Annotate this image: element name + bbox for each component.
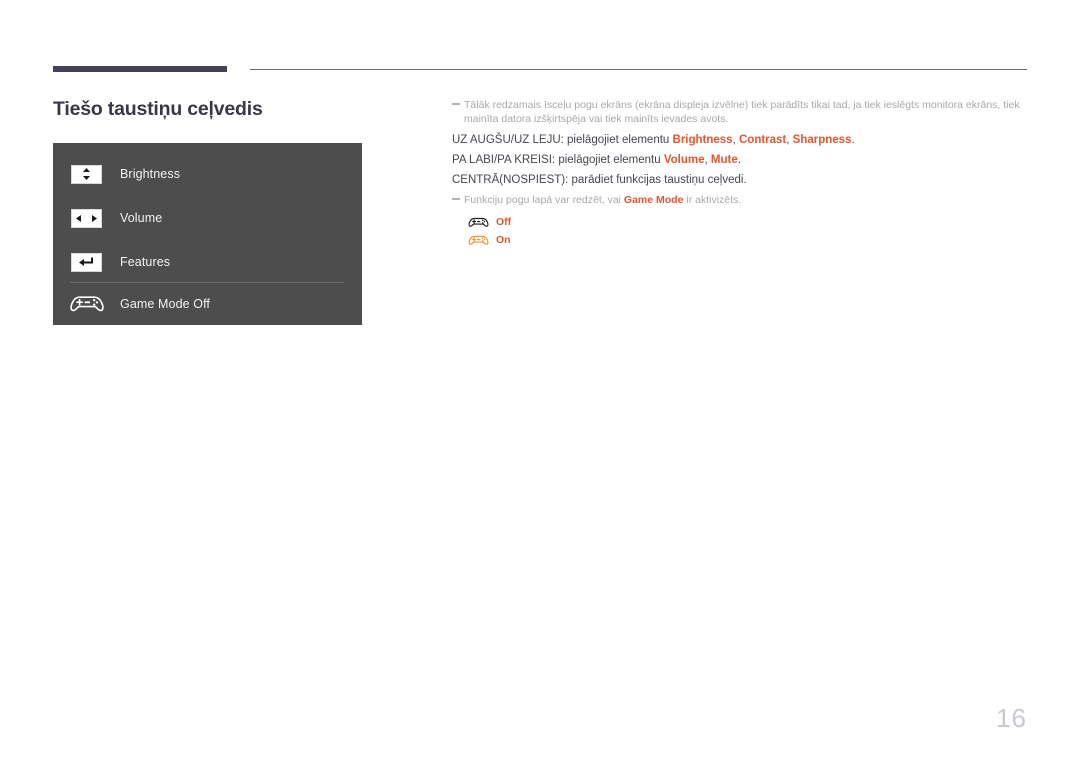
osd-label-game-mode: Game Mode Off <box>120 297 210 311</box>
page-number: 16 <box>996 703 1027 733</box>
game-mode-state-list: Off On <box>452 214 1030 248</box>
osd-label-brightness: Brightness <box>120 167 181 181</box>
gamepad-icon[interactable] <box>67 292 107 316</box>
term-game-mode: Game Mode <box>623 194 684 206</box>
up-down-arrows-icon[interactable] <box>71 164 102 184</box>
instructions-column: Tālāk redzamais īsceļu pogu ekrāns (ekrā… <box>452 98 1030 250</box>
instruction-suffix: . <box>737 154 741 166</box>
osd-row-volume[interactable]: Volume <box>53 196 362 240</box>
term-volume: Volume <box>663 154 705 166</box>
term-contrast: Contrast <box>738 134 787 146</box>
enter-return-arrow-icon[interactable] <box>71 252 102 272</box>
game-mode-state-off: Off <box>466 214 1030 230</box>
osd-row-features[interactable]: Features <box>53 240 362 284</box>
osd-row-brightness[interactable]: Brightness <box>53 152 362 196</box>
note-text: Tālāk redzamais īsceļu pogu ekrāns (ekrā… <box>464 99 1020 125</box>
game-mode-state-on-label: On <box>496 234 511 246</box>
instruction-prefix: CENTRĀ(NOSPIEST): parādiet funkcijas tau… <box>452 174 747 186</box>
gamepad-off-icon <box>466 215 490 229</box>
page-title: Tiešo taustiņu ceļvedis <box>53 98 263 120</box>
game-mode-state-on: On <box>466 232 1030 248</box>
term-mute: Mute <box>710 154 738 166</box>
top-rule-thin-line <box>250 69 1027 70</box>
instruction-up-down: UZ AUGŠU/UZ LEJU: pielāgojiet elementu B… <box>452 133 1030 148</box>
left-right-arrows-icon[interactable] <box>71 208 102 228</box>
osd-label-volume: Volume <box>120 211 163 225</box>
direct-key-guide-panel: Brightness Volume Features Game Mode Off <box>53 143 362 325</box>
term-sharpness: Sharpness <box>792 134 852 146</box>
note-dash-icon <box>452 198 460 200</box>
top-rule-accent-bar <box>53 66 227 72</box>
instruction-suffix: . <box>851 134 855 146</box>
instruction-left-right: PA LABI/PA KREISI: pielāgojiet elementu … <box>452 153 1030 168</box>
note-game-mode: Funkciju pogu lapā var redzēt, vai Game … <box>452 193 1030 207</box>
note-suffix: ir aktivizēts. <box>683 194 742 206</box>
osd-row-game-mode[interactable]: Game Mode Off <box>53 283 362 325</box>
term-brightness: Brightness <box>672 134 733 146</box>
game-mode-state-off-label: Off <box>496 216 512 228</box>
instruction-prefix: PA LABI/PA KREISI: pielāgojiet elementu <box>452 154 664 166</box>
note-osd-visibility: Tālāk redzamais īsceļu pogu ekrāns (ekrā… <box>452 98 1030 126</box>
osd-label-features: Features <box>120 255 171 269</box>
note-prefix: Funkciju pogu lapā var redzēt, vai <box>464 194 624 206</box>
top-rule <box>53 66 1027 74</box>
note-dash-icon <box>452 103 460 105</box>
instruction-center-press: CENTRĀ(NOSPIEST): parādiet funkcijas tau… <box>452 173 1030 188</box>
gamepad-on-icon <box>466 233 490 247</box>
instruction-prefix: UZ AUGŠU/UZ LEJU: pielāgojiet elementu <box>452 134 673 146</box>
